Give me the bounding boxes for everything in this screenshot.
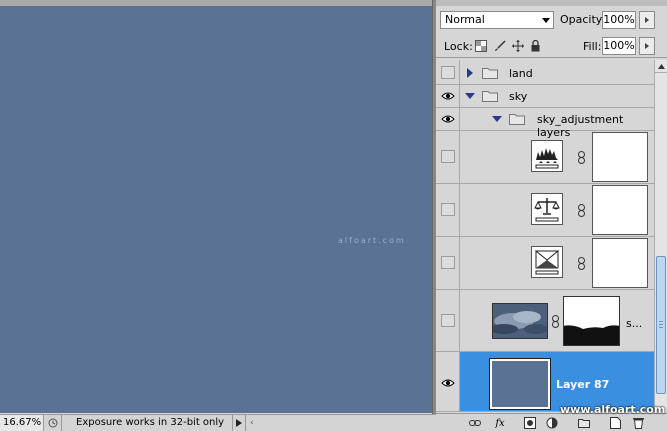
chevron-down-icon <box>542 18 550 23</box>
fx-icon[interactable]: fx <box>494 417 506 429</box>
exposure-icon <box>531 246 563 278</box>
expand-triangle-icon[interactable] <box>467 68 473 78</box>
link-icon[interactable] <box>552 315 559 328</box>
opacity-stepper[interactable] <box>639 11 655 29</box>
layer-name: Layer 87 <box>556 378 610 391</box>
layer-mask-thumbnail[interactable] <box>563 296 620 346</box>
scroll-thumb[interactable] <box>656 256 666 394</box>
blend-mode-value: Normal <box>445 13 485 26</box>
status-info-icon[interactable] <box>44 415 62 431</box>
lock-row: Lock: Fill: 100% <box>436 34 667 58</box>
layer-mask-thumbnail[interactable] <box>592 132 648 182</box>
fill-label: Fill: <box>583 40 602 53</box>
link-icon[interactable] <box>578 257 585 270</box>
collapse-triangle-icon[interactable] <box>492 116 502 122</box>
layers-list: land sky sky_adjustment layers s... Laye… <box>436 60 654 412</box>
grip-line <box>659 324 663 325</box>
blend-row: Normal Opacity: 100% <box>436 9 667 31</box>
levels-icon <box>531 140 563 172</box>
layer-row[interactable]: sky <box>436 85 654 108</box>
blend-mode-select[interactable]: Normal <box>440 11 554 29</box>
layer-name: s... <box>626 317 643 330</box>
site-watermark: www.alfoart.com <box>560 403 666 416</box>
layer-name: land <box>509 67 533 80</box>
layer-row[interactable] <box>436 237 654 290</box>
visibility-toggle[interactable] <box>441 314 455 327</box>
link-icon[interactable] <box>578 204 585 217</box>
photoshop-window: alfoart.com 16.67% Exposure works in 32-… <box>0 0 667 431</box>
eye-icon[interactable] <box>441 376 455 389</box>
trash-icon[interactable] <box>632 417 644 429</box>
link-icon[interactable] <box>578 151 585 164</box>
layers-panel: Normal Opacity: 100% Lock: Fill: 100% la… <box>436 0 667 431</box>
brush-icon[interactable] <box>493 39 506 52</box>
move-icon[interactable] <box>511 39 524 52</box>
visibility-cell <box>436 131 460 183</box>
visibility-cell <box>436 85 460 107</box>
visibility-cell <box>436 290 460 351</box>
color-balance-icon <box>531 193 563 225</box>
visibility-toggle[interactable] <box>441 66 455 79</box>
grip-line <box>659 321 663 322</box>
panel-tab-strip <box>436 0 667 6</box>
fill-stepper[interactable] <box>639 37 655 55</box>
opacity-input[interactable]: 100% <box>602 11 636 29</box>
status-message: Exposure works in 32-bit only <box>76 417 225 428</box>
lock-transparency-icon[interactable] <box>474 39 487 52</box>
eye-icon[interactable] <box>441 112 455 125</box>
new-group-icon[interactable] <box>578 417 590 429</box>
new-layer-icon[interactable] <box>609 417 621 429</box>
visibility-toggle[interactable] <box>441 256 455 269</box>
layer-row[interactable] <box>436 131 654 184</box>
layer-row[interactable] <box>436 184 654 237</box>
layer-name: sky <box>509 90 528 103</box>
zoom-level[interactable]: 16.67% <box>0 415 44 431</box>
lock-icon[interactable] <box>529 39 542 52</box>
visibility-cell <box>436 237 460 289</box>
layer-row[interactable]: sky_adjustment layers <box>436 108 654 139</box>
layer-row[interactable]: land <box>436 60 654 85</box>
visibility-cell <box>436 352 460 411</box>
status-bar: 16.67% Exposure works in 32-bit only ‹ <box>0 414 436 431</box>
folder-icon <box>482 68 498 79</box>
eye-icon[interactable] <box>441 89 455 102</box>
visibility-toggle[interactable] <box>441 150 455 163</box>
visibility-cell <box>436 60 460 84</box>
document-canvas[interactable] <box>0 0 432 413</box>
folder-icon <box>509 114 525 125</box>
scroll-up-icon[interactable] <box>655 60 667 73</box>
link-layers-icon[interactable] <box>469 417 481 429</box>
visibility-cell <box>436 184 460 236</box>
layer-thumbnail[interactable] <box>489 358 551 410</box>
folder-icon <box>482 91 498 102</box>
visibility-cell <box>436 108 460 130</box>
scroll-left-icon[interactable]: ‹ <box>250 418 254 428</box>
visibility-toggle[interactable] <box>441 203 455 216</box>
fill-input[interactable]: 100% <box>602 37 636 55</box>
collapse-triangle-icon[interactable] <box>465 93 475 99</box>
lock-label: Lock: <box>444 40 473 53</box>
adjustment-layer-icon[interactable] <box>546 417 558 429</box>
layer-mask-thumbnail[interactable] <box>592 185 648 235</box>
status-menu-arrow-icon[interactable] <box>232 415 246 431</box>
image-thumbnail[interactable] <box>492 303 548 339</box>
layers-scrollbar[interactable] <box>654 60 667 412</box>
layer-mask-thumbnail[interactable] <box>592 238 648 288</box>
canvas-watermark: alfoart.com <box>338 236 406 245</box>
opacity-label: Opacity: <box>560 13 606 26</box>
grip-line <box>659 327 663 328</box>
layer-row[interactable]: s... <box>436 290 654 352</box>
add-mask-icon[interactable] <box>524 417 536 429</box>
